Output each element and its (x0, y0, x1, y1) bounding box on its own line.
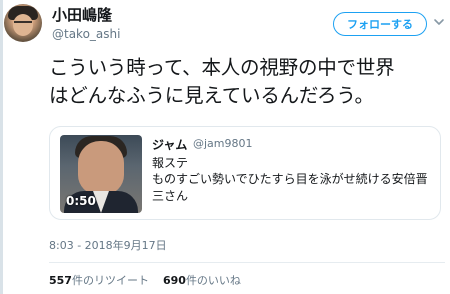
quoted-author-handle: @jam9801 (193, 137, 253, 150)
follow-button[interactable]: フォローする (333, 12, 427, 36)
video-duration: 0:50 (66, 194, 96, 208)
like-stat[interactable]: 690件のいいね (163, 274, 241, 287)
avatar-glasses (14, 21, 32, 28)
tweet-text-line: こういう時って、本人の視野の中で世界 (49, 56, 395, 79)
like-count: 690 (162, 274, 186, 287)
retweet-count: 557 (49, 274, 72, 287)
avatar[interactable] (4, 4, 42, 42)
video-thumbnail[interactable]: 0:50 (60, 135, 142, 213)
like-label: 件のいいね (185, 274, 241, 287)
tweet-timestamp[interactable]: 8:03 - 2018年9月17日 (49, 237, 167, 253)
tweet-text-line: はどんなふうに見えているんだろう。 (49, 84, 374, 107)
retweet-label: 件のリツイート (71, 274, 149, 287)
author-handle[interactable]: @tako_ashi (52, 27, 120, 41)
chevron-down-icon[interactable] (433, 16, 445, 28)
quoted-tweet-text-line: 報ステ (152, 156, 189, 170)
quoted-tweet-card[interactable]: 0:50 ジャム @jam9801 報ステ ものすごい勢いでひたすら目を泳がせ続… (49, 126, 441, 220)
retweet-stat[interactable]: 557件のリツイート (49, 274, 149, 287)
tweet-text: こういう時って、本人の視野の中で世界 はどんなふうに見えているんだろう。 (49, 54, 444, 110)
author-display-name[interactable]: 小田嶋隆 (52, 6, 112, 24)
thumbnail-face (78, 141, 124, 195)
thread-line (0, 0, 3, 294)
tweet-stats: 557件のリツイート 690件のいいね (49, 272, 241, 288)
quoted-author-name: ジャム (152, 138, 188, 152)
divider (49, 262, 445, 263)
quoted-tweet-text-line: ものすごい勢いでひたすら目を泳がせ続ける安倍晋三さん (152, 172, 428, 203)
